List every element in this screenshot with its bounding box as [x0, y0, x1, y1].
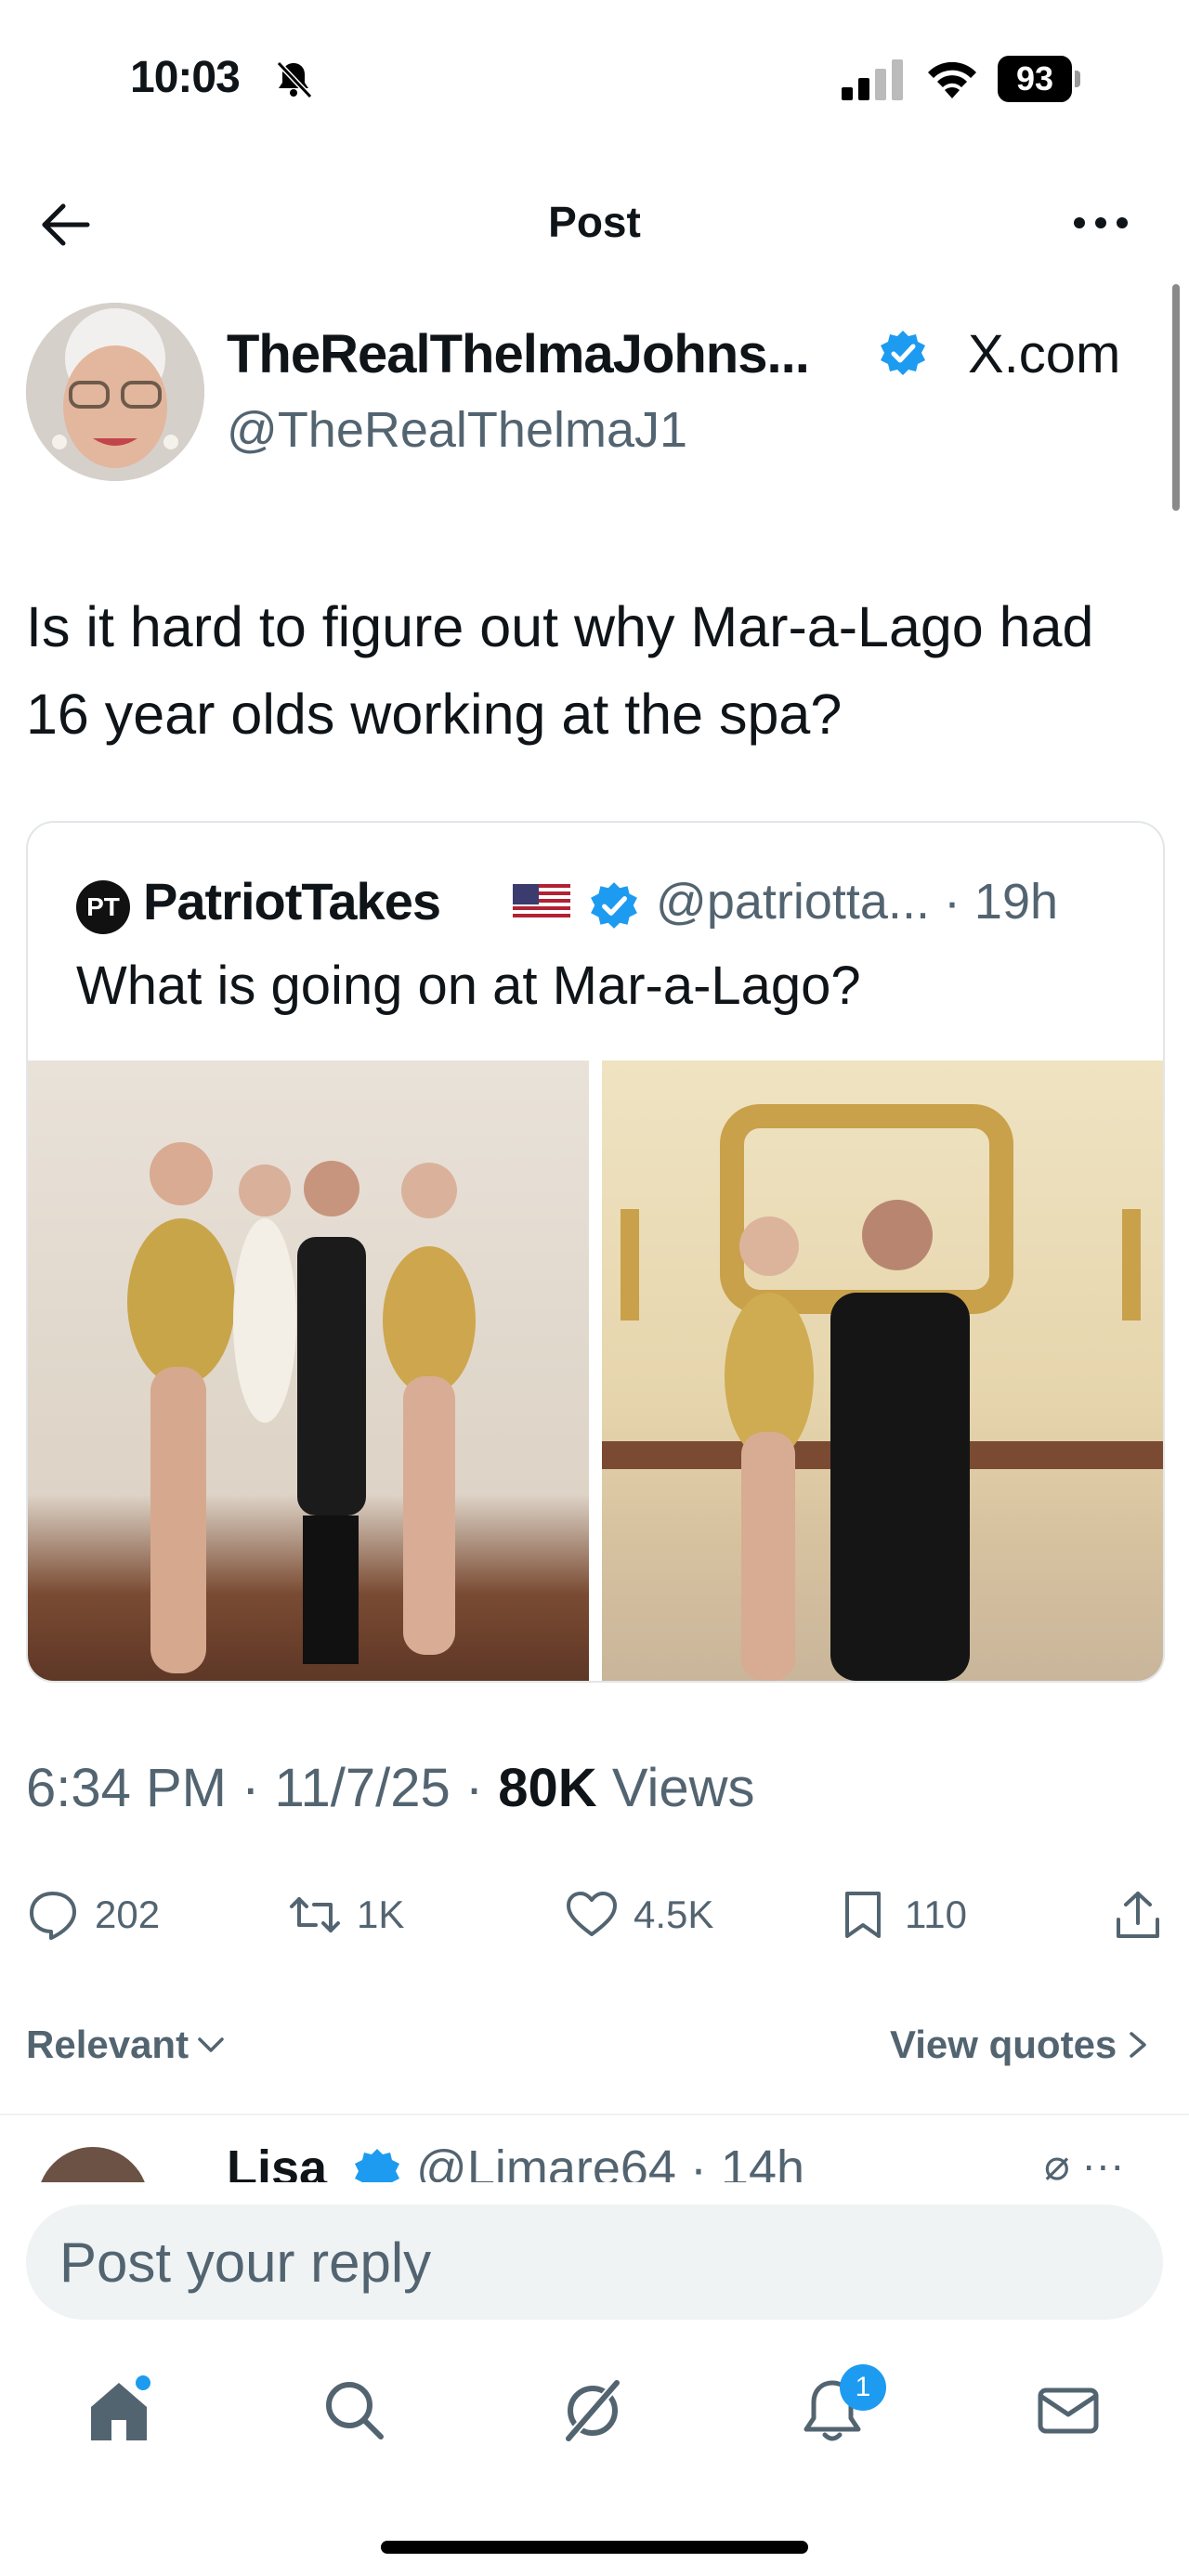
battery-indicator: 93 [998, 56, 1081, 104]
messages-icon[interactable] [1031, 2374, 1105, 2448]
us-flag-icon [513, 884, 570, 921]
more-options-icon[interactable] [1068, 204, 1133, 241]
cell-signal-icon [842, 59, 903, 100]
repost-count: 1K [357, 1893, 405, 1936]
quoted-photo-1[interactable] [28, 1060, 589, 1681]
reply-item[interactable]: Lisa @Limare64 · 14h ⌀ ··· [0, 2127, 1189, 2182]
reply-handle-time: @Limare64 · 14h [416, 2140, 805, 2182]
bookmark-count: 110 [905, 1893, 967, 1936]
reply-button[interactable]: 202 [26, 1885, 160, 1945]
post-meta: 6:34 PM · 11/7/25 · 80K Views [26, 1757, 754, 1819]
search-icon[interactable] [318, 2374, 392, 2448]
share-icon [1117, 1892, 1159, 1938]
home-indicator[interactable] [381, 2541, 808, 2554]
post-timestamp: 6:34 PM · 11/7/25 · [26, 1758, 499, 1818]
quoted-avatar: PT [76, 880, 130, 934]
reply-more-icon[interactable]: ⌀ ··· [1044, 2140, 1124, 2182]
page-title: Post [548, 198, 641, 246]
sort-dropdown[interactable]: Relevant [26, 2023, 228, 2067]
quoted-handle-time: @patriotta... · 19h [656, 874, 1059, 930]
divider [0, 2114, 1189, 2115]
bell-muted-icon [276, 60, 313, 99]
wifi-icon [928, 61, 976, 98]
quoted-post-card[interactable]: PT PatriotTakes @patriotta... · 19h What… [26, 821, 1165, 1683]
reply-avatar[interactable] [37, 2147, 149, 2182]
reply-author-name: Lisa [227, 2140, 328, 2182]
views-count: 80K [498, 1758, 597, 1818]
like-button[interactable]: 4.5K [565, 1885, 713, 1945]
reply-placeholder: Post your reply [59, 2231, 432, 2294]
grok-icon[interactable] [555, 2374, 630, 2448]
quoted-text: What is going on at Mar-a-Lago? [76, 956, 861, 1016]
verified-badge-icon [591, 882, 637, 929]
author-avatar[interactable] [26, 303, 204, 481]
share-button[interactable] [1111, 1885, 1165, 1945]
bookmark-button[interactable]: 110 [836, 1885, 967, 1945]
repost-icon [290, 1897, 340, 1932]
reply-input[interactable]: Post your reply [26, 2205, 1163, 2320]
chevron-down-icon [198, 2037, 224, 2052]
source-label: X.com [968, 324, 1121, 384]
battery-level: 93 [998, 56, 1072, 102]
repost-button[interactable]: 1K [288, 1885, 404, 1945]
bookmark-icon [845, 1892, 881, 1938]
chevron-right-icon [1130, 2032, 1147, 2058]
author-handle[interactable]: @TheRealThelmaJ1 [227, 401, 687, 459]
notification-count-badge: 1 [840, 2364, 886, 2411]
like-count: 4.5K [634, 1893, 714, 1936]
verified-badge-icon [355, 2149, 399, 2182]
home-icon[interactable] [82, 2374, 156, 2448]
reply-icon [30, 1892, 76, 1940]
view-quotes-link[interactable]: View quotes [890, 2023, 1152, 2067]
reply-count: 202 [95, 1893, 161, 1936]
quoted-photo-2[interactable] [602, 1060, 1163, 1681]
views-label: Views [596, 1758, 755, 1818]
status-time: 10:03 [130, 53, 241, 102]
scrollbar[interactable] [1172, 284, 1180, 511]
author-display-name[interactable]: TheRealThelmaJohns... [227, 323, 810, 385]
verified-badge-icon [881, 331, 925, 375]
tweet-text: Is it hard to figure out why Mar-a-Lago … [26, 595, 1094, 746]
heart-icon [567, 1892, 617, 1936]
quoted-display-name: PatriotTakes [143, 872, 441, 930]
